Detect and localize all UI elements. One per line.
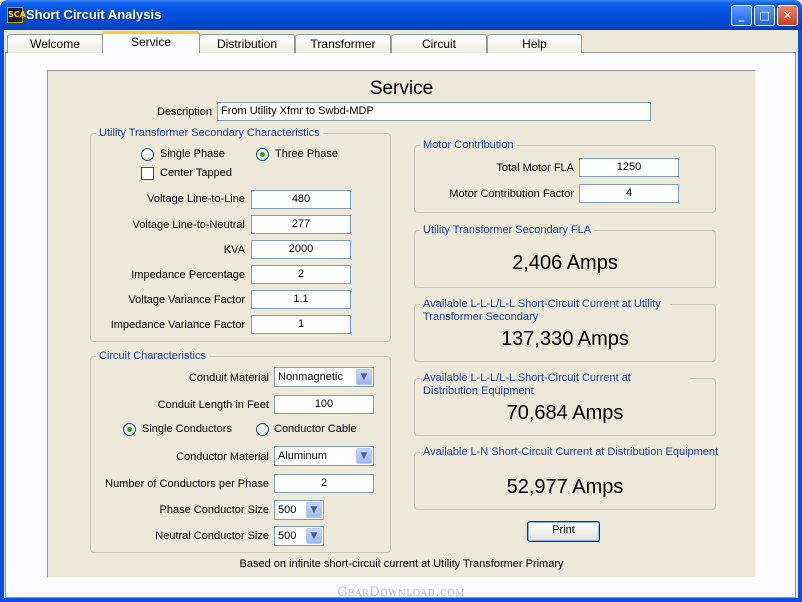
result-title-ln-distribution: Available L-N Short-Circuit Current at D…	[420, 446, 718, 459]
conductor-material-label: Conductor Material	[176, 451, 269, 463]
radio-selected-dot	[260, 152, 265, 157]
phase-conductor-size-value: 500	[278, 504, 297, 516]
phase-conductor-size-label: Phase Conductor Size	[159, 504, 269, 516]
impedance-percentage-label: Impedance Percentage	[131, 269, 245, 281]
description-label: Description	[156, 106, 212, 118]
conductor-cable-label: Conductor Cable	[274, 423, 357, 435]
conduit-length-field[interactable]: 100	[274, 395, 374, 414]
tab-transformer[interactable]: Transformer	[295, 34, 391, 53]
voltage-ln-field[interactable]: 277	[251, 215, 351, 234]
motor-contribution-factor-label: Motor Contribution Factor	[449, 188, 574, 200]
conduit-material-select[interactable]: Nonmagnetic ▼	[274, 367, 374, 387]
center-tapped-checkbox[interactable]	[141, 167, 154, 180]
kva-label: KVA	[223, 244, 245, 256]
circuit-characteristics-group-title: Circuit Characteristics	[96, 350, 209, 362]
conductor-material-select[interactable]: Aluminum ▼	[274, 446, 374, 466]
chevron-down-icon[interactable]: ▼	[356, 448, 372, 464]
tab-service[interactable]: Service	[102, 31, 200, 53]
voltage-ln-label: Voltage Line-to-Neutral	[132, 219, 245, 231]
voltage-ll-field[interactable]: 480	[251, 190, 351, 209]
motor-contribution-factor-field[interactable]: 4	[579, 184, 679, 203]
chevron-down-icon[interactable]: ▼	[306, 528, 322, 544]
impedance-percentage-field[interactable]: 2	[251, 265, 351, 284]
three-phase-label: Three Phase	[275, 148, 338, 160]
voltage-variance-field[interactable]: 1.1	[251, 290, 351, 309]
result-value-utility-secondary: 137,330 Amps	[501, 328, 629, 350]
neutral-conductor-size-label: Neutral Conductor Size	[155, 530, 269, 542]
motor-contribution-group-title: Motor Contribution	[420, 139, 517, 151]
description-field[interactable]: From Utility Xfmr to Swbd-MDP	[217, 102, 651, 121]
center-tapped-label: Center Tapped	[160, 167, 232, 179]
result-title-distribution-equipment: Available L-L-L/L-L Short-Circuit Curren…	[420, 372, 690, 398]
single-phase-label: Single Phase	[160, 148, 225, 160]
neutral-conductor-size-select[interactable]: 500 ▼	[274, 526, 324, 546]
conductors-per-phase-field[interactable]: 2	[274, 474, 374, 493]
kva-field[interactable]: 2000	[251, 240, 351, 259]
utility-transformer-group-title: Utility Transformer Secondary Characteri…	[96, 127, 323, 139]
conductor-material-value: Aluminum	[278, 450, 327, 462]
impedance-variance-field[interactable]: 1	[251, 315, 351, 334]
neutral-conductor-size-value: 500	[278, 530, 297, 542]
close-button[interactable]: ✕	[777, 5, 798, 26]
result-title-utility-secondary: Available L-L-L/L-L Short-Circuit Curren…	[420, 298, 670, 324]
print-button[interactable]: Print	[527, 521, 600, 542]
chevron-down-icon[interactable]: ▼	[356, 369, 372, 385]
phase-conductor-size-select[interactable]: 500 ▼	[274, 500, 324, 520]
chevron-down-icon[interactable]: ▼	[306, 502, 322, 518]
total-motor-fla-label: Total Motor FLA	[496, 162, 574, 174]
total-motor-fla-field[interactable]: 1250	[579, 158, 679, 177]
minimize-button[interactable]: _	[731, 5, 752, 26]
voltage-variance-label: Voltage Variance Factor	[128, 294, 245, 306]
impedance-variance-label: Impedance Variance Factor	[110, 319, 245, 331]
result-value-distribution-equipment: 70,684 Amps	[506, 402, 624, 424]
result-value-transformer-fla: 2,406 Amps	[512, 252, 618, 274]
footer-note: Based on infinite short-circuit current …	[239, 558, 564, 570]
tab-distribution[interactable]: Distribution	[199, 34, 295, 53]
three-phase-radio[interactable]	[256, 148, 269, 161]
radio-selected-dot	[127, 427, 132, 432]
tab-circuit[interactable]: Circuit	[391, 34, 487, 53]
utility-transformer-group	[90, 133, 391, 342]
conduit-material-value: Nonmagnetic	[278, 371, 343, 383]
result-value-ln-distribution: 52,977 Amps	[506, 476, 624, 498]
single-conductors-radio[interactable]	[123, 423, 136, 436]
result-title-transformer-fla: Utility Transformer Secondary FLA	[420, 224, 595, 237]
maximize-button[interactable]: □	[754, 5, 775, 26]
conductors-per-phase-label: Number of Conductors per Phase	[105, 478, 269, 490]
tab-help[interactable]: Help	[487, 34, 582, 53]
tab-welcome[interactable]: Welcome	[7, 34, 103, 53]
single-phase-radio[interactable]	[141, 148, 154, 161]
single-conductors-label: Single Conductors	[142, 423, 232, 435]
watermark: GearDownload.com	[337, 585, 465, 600]
conduit-material-label: Conduit Material	[188, 372, 269, 384]
page-title: Service	[369, 78, 434, 99]
window-title: Short Circuit Analysis	[26, 7, 162, 22]
conductor-cable-radio[interactable]	[256, 423, 269, 436]
voltage-ll-label: Voltage Line-to-Line	[147, 193, 245, 205]
conduit-length-label: Conduit Length in Feet	[157, 399, 269, 411]
app-icon: SCA	[7, 7, 26, 23]
